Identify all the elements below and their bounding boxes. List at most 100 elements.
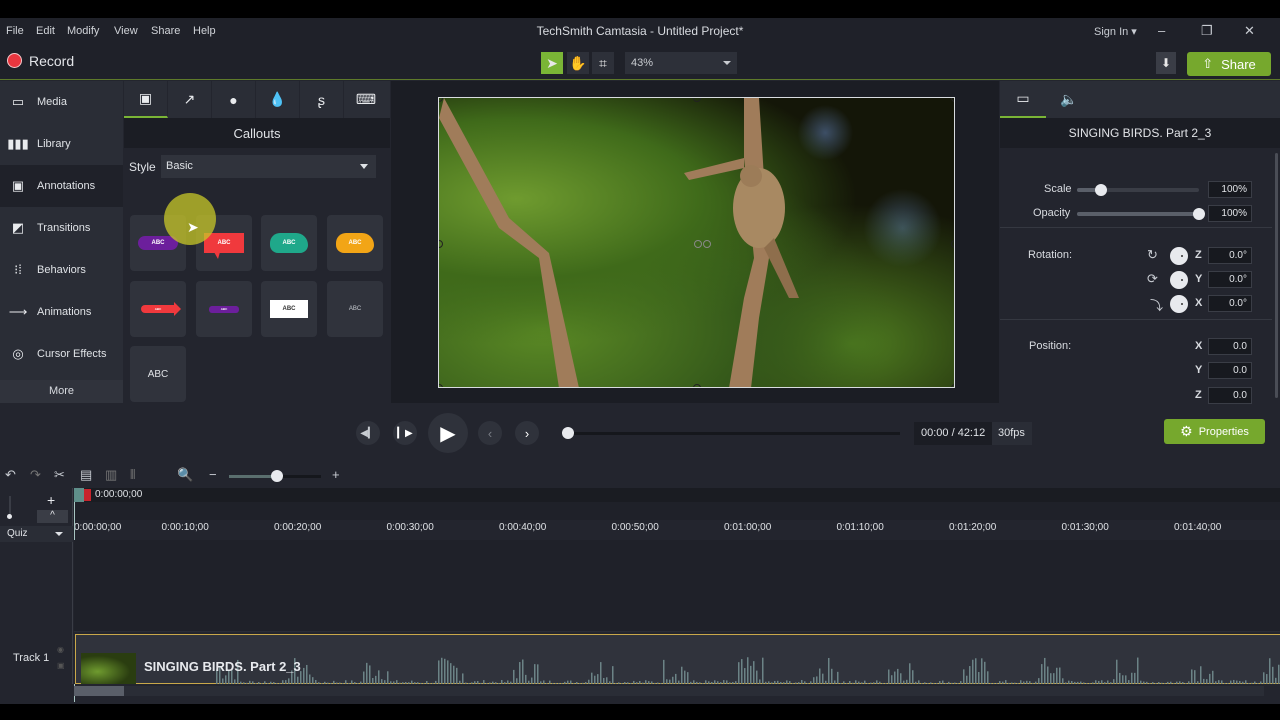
zoom-in-button[interactable]: + — [332, 467, 340, 482]
callout-white-box[interactable]: ABC — [261, 281, 317, 337]
properties-button[interactable]: ⚙ Properties — [1164, 419, 1265, 444]
rotation-z-input[interactable]: 0.0° — [1208, 247, 1252, 264]
zoom-fit-button[interactable]: 🔍 — [177, 467, 193, 483]
canvas-preview[interactable] — [391, 81, 999, 403]
sidebar-item-annotations[interactable]: ▣ Annotations — [0, 165, 123, 207]
minimize-button[interactable]: – — [1158, 23, 1165, 38]
opacity-input[interactable]: 100% — [1208, 205, 1252, 222]
eye-icon[interactable]: ◉ — [57, 645, 64, 654]
next-marker-button[interactable]: › — [515, 421, 539, 445]
sketch-icon: ʂ — [318, 91, 325, 108]
tab-audio-properties[interactable]: 🔈 — [1046, 81, 1092, 118]
track-height-knob[interactable] — [7, 514, 12, 519]
video-frame[interactable] — [438, 97, 955, 388]
tab-arrows-lines[interactable]: ↗ — [168, 81, 212, 118]
step-back-button[interactable]: ◀▎ — [356, 421, 380, 445]
crop-tool-button[interactable]: ⌗ — [592, 52, 614, 74]
split-button[interactable]: ⫴ — [130, 467, 135, 483]
sidebar-item-cursor-effects[interactable]: ◎ Cursor Effects — [0, 333, 123, 375]
sidebar-item-media[interactable]: ▭ Media — [0, 81, 123, 123]
opacity-slider-knob[interactable] — [1193, 208, 1205, 220]
download-button[interactable]: ⬇ — [1156, 52, 1176, 74]
callout-text-large[interactable]: ABC — [130, 346, 186, 402]
scale-slider-knob[interactable] — [1095, 184, 1108, 196]
properties-panel: ▭ 🔈 SINGING BIRDS. Part 2_3 Scale 100% O… — [1000, 81, 1280, 404]
bird-tail — [764, 238, 799, 298]
rotation-x-input[interactable]: 0.0° — [1208, 295, 1252, 312]
redo-button[interactable]: ↷ — [30, 467, 41, 483]
tab-visual-properties[interactable]: ▭ — [1000, 81, 1046, 118]
sidebar-item-transitions[interactable]: ◩ Transitions — [0, 207, 123, 249]
share-button[interactable]: ⇧ Share — [1187, 52, 1271, 76]
scrub-knob[interactable] — [562, 427, 574, 439]
callout-text-small[interactable]: ABC — [327, 281, 383, 337]
rotation-x-dial[interactable] — [1170, 295, 1188, 313]
sidebar-item-label: Library — [37, 138, 71, 150]
more-button[interactable]: More — [0, 380, 123, 403]
media-clip[interactable]: SINGING BIRDS. Part 2_3 — [75, 634, 1280, 684]
sign-in-button[interactable]: Sign In ▾ — [1094, 25, 1137, 38]
scale-input[interactable]: 100% — [1208, 181, 1252, 198]
tab-callouts[interactable]: ▣ — [124, 81, 168, 118]
tab-keystroke[interactable]: ⌨ — [344, 81, 388, 118]
playhead-start-marker[interactable] — [74, 488, 84, 502]
select-tool-button[interactable]: ➤ — [541, 52, 563, 74]
zoom-level-dropdown[interactable]: 43% — [625, 52, 737, 74]
style-dropdown[interactable]: Basic — [161, 155, 376, 178]
scrub-bar[interactable] — [568, 432, 900, 435]
sidebar-item-animations[interactable]: ⟶ Animations — [0, 291, 123, 333]
undo-icon: ↶ — [5, 467, 16, 482]
position-z-input[interactable]: 0.0 — [1208, 387, 1252, 404]
rotation-z-dial[interactable] — [1170, 247, 1188, 265]
rotation-handle[interactable] — [703, 240, 711, 248]
undo-button[interactable]: ↶ — [5, 467, 16, 483]
position-x-input[interactable]: 0.0 — [1208, 338, 1252, 355]
sidebar-item-behaviors[interactable]: ⁝⁞ Behaviors — [0, 249, 123, 291]
callout-teal-cloud[interactable]: ABC — [261, 215, 317, 271]
callout-orange-thought[interactable]: ABC — [327, 215, 383, 271]
download-icon: ⬇ — [1160, 56, 1172, 70]
timeline-scroll-thumb[interactable] — [74, 686, 124, 696]
rotation-y-input[interactable]: 0.0° — [1208, 271, 1252, 288]
cut-button[interactable]: ✂ — [54, 467, 65, 483]
close-button[interactable]: ✕ — [1244, 23, 1255, 39]
time-readout: 00:00 / 42:12 — [921, 427, 986, 439]
scale-label: Scale — [1044, 183, 1072, 195]
tab-shapes[interactable]: ● — [212, 81, 256, 118]
copy-button[interactable]: ▤ — [80, 467, 92, 483]
sidebar-item-library[interactable]: ▮▮▮ Library — [0, 123, 123, 165]
lock-icon[interactable]: ▣ — [57, 661, 65, 670]
rotation-handle[interactable] — [694, 240, 702, 248]
film-icon: ▭ — [1016, 90, 1030, 106]
step-forward-button[interactable]: ▎▶ — [393, 421, 417, 445]
add-track-button[interactable]: + — [47, 492, 55, 508]
quiz-dropdown[interactable]: Quiz — [0, 526, 73, 542]
opacity-slider[interactable] — [1077, 208, 1205, 220]
callout-purple-arrow[interactable]: ABC — [196, 281, 252, 337]
properties-scrollbar[interactable] — [1275, 153, 1278, 398]
pan-tool-button[interactable]: ✋ — [567, 52, 589, 74]
timeline-ruler[interactable]: 0:00:00;00 0:00:00;00 0:00:10;00 0:00:20;0… — [74, 488, 1280, 540]
timeline-zoom-knob[interactable] — [271, 470, 283, 482]
tab-blur-highlight[interactable]: 💧 — [256, 81, 300, 118]
scale-slider[interactable] — [1077, 184, 1199, 196]
paste-button[interactable]: ▥ — [105, 467, 117, 483]
record-button[interactable]: Record — [0, 44, 90, 80]
timeline-scrollbar[interactable] — [74, 686, 1264, 696]
collapse-button[interactable]: ^ — [37, 510, 68, 523]
playhead-end-marker[interactable] — [84, 489, 91, 501]
position-y-input[interactable]: 0.0 — [1208, 362, 1252, 379]
tab-sketch-motion[interactable]: ʂ — [300, 81, 344, 118]
resize-handle[interactable] — [951, 384, 954, 387]
ruler-tick-label: 0:00:20;00 — [274, 522, 322, 533]
zoom-out-button[interactable]: − — [209, 467, 217, 482]
previous-marker-button[interactable]: ‹ — [478, 421, 502, 445]
style-value: Basic — [166, 160, 193, 172]
play-button[interactable]: ▶ — [428, 413, 468, 453]
callout-red-arrow[interactable]: ABC — [130, 281, 186, 337]
restore-button[interactable]: ❐ — [1201, 23, 1213, 39]
resize-handle[interactable] — [951, 240, 954, 248]
resize-handle[interactable] — [693, 384, 701, 387]
empty-track-area[interactable] — [74, 540, 1280, 632]
rotation-y-dial[interactable] — [1170, 271, 1188, 289]
